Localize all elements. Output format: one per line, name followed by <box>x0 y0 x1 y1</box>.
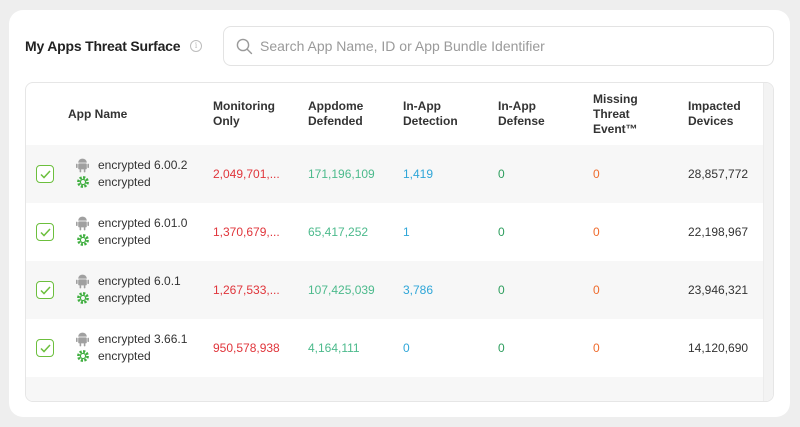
search-input[interactable] <box>260 35 760 57</box>
settings-gear-icon <box>77 292 89 304</box>
row-checkbox[interactable] <box>36 223 54 241</box>
table-row[interactable]: encrypted 3.66.1 encrypted 950,578,938 4… <box>26 319 764 377</box>
checkmark-icon <box>40 344 51 353</box>
table-scrollbar[interactable] <box>763 83 773 401</box>
app-bundle: encrypted <box>98 175 151 189</box>
table-row[interactable]: encrypted 6.0.1 encrypted 1,267,533,... … <box>26 261 764 319</box>
monitoring-only-value[interactable]: 1,370,679,... <box>213 203 280 261</box>
appdome-defended-value[interactable]: 171,196,109 <box>308 145 375 203</box>
in-app-defense-value[interactable]: 0 <box>498 145 505 203</box>
in-app-defense-value[interactable]: 0 <box>498 261 505 319</box>
app-bundle: encrypted <box>98 349 151 363</box>
in-app-defense-value[interactable]: 0 <box>498 319 505 377</box>
info-icon[interactable]: i <box>190 40 202 52</box>
settings-gear-icon <box>77 234 89 246</box>
search-icon <box>236 38 253 55</box>
appdome-defended-value[interactable]: 4,164,111 <box>308 319 360 377</box>
column-header-in-app-detection[interactable]: In-App Detection <box>403 83 458 145</box>
app-bundle: encrypted <box>98 291 151 305</box>
appdome-defended-value[interactable]: 107,425,039 <box>308 261 375 319</box>
column-header-appdome-defended[interactable]: Appdome Defended <box>308 83 363 145</box>
column-header-monitoring-only[interactable]: Monitoring Only <box>213 83 275 145</box>
search-box[interactable] <box>223 26 774 66</box>
checkmark-icon <box>40 286 51 295</box>
table-row[interactable]: encrypted 6.00.2 encrypted 2,049,701,...… <box>26 145 764 203</box>
app-name[interactable]: encrypted 6.0.1 <box>98 274 181 288</box>
in-app-defense-value[interactable]: 0 <box>498 203 505 261</box>
in-app-detection-value[interactable]: 1,419 <box>403 145 433 203</box>
column-header-impacted-devices[interactable]: Impacted Devices <box>688 83 741 145</box>
monitoring-only-value[interactable]: 1,267,533,... <box>213 261 280 319</box>
row-checkbox[interactable] <box>36 165 54 183</box>
missing-threat-event-value[interactable]: 0 <box>593 203 600 261</box>
in-app-detection-value[interactable]: 1 <box>403 203 410 261</box>
monitoring-only-value[interactable]: 2,049,701,... <box>213 145 280 203</box>
settings-gear-icon <box>77 350 89 362</box>
in-app-detection-value[interactable]: 3,786 <box>403 261 433 319</box>
column-header-missing-threat-event[interactable]: Missing Threat Event™ <box>593 83 638 145</box>
settings-gear-icon <box>77 176 89 188</box>
impacted-devices-value: 28,857,772 <box>688 167 749 181</box>
impacted-devices-value: 14,120,690 <box>688 341 749 355</box>
android-icon <box>76 158 89 172</box>
appdome-defended-value[interactable]: 65,417,252 <box>308 203 368 261</box>
missing-threat-event-value[interactable]: 0 <box>593 145 600 203</box>
android-icon <box>76 332 89 346</box>
android-icon <box>76 274 89 288</box>
in-app-detection-value[interactable]: 0 <box>403 319 410 377</box>
column-header-app-name[interactable]: App Name <box>68 83 127 145</box>
threat-surface-card: My Apps Threat Surface i App Name Monito… <box>9 10 790 417</box>
missing-threat-event-value[interactable]: 0 <box>593 319 600 377</box>
app-name[interactable]: encrypted 6.00.2 <box>98 158 187 172</box>
app-name[interactable]: encrypted 3.66.1 <box>98 332 187 346</box>
checkmark-icon <box>40 228 51 237</box>
apps-table: App Name Monitoring Only Appdome Defended … <box>25 82 774 402</box>
missing-threat-event-value[interactable]: 0 <box>593 261 600 319</box>
checkmark-icon <box>40 170 51 179</box>
row-checkbox[interactable] <box>36 281 54 299</box>
row-checkbox[interactable] <box>36 339 54 357</box>
impacted-devices-value: 22,198,967 <box>688 225 749 239</box>
app-bundle: encrypted <box>98 233 151 247</box>
column-header-in-app-defense[interactable]: In-App Defense <box>498 83 545 145</box>
android-icon <box>76 216 89 230</box>
impacted-devices-value: 23,946,321 <box>688 283 749 297</box>
monitoring-only-value[interactable]: 950,578,938 <box>213 319 280 377</box>
app-name[interactable]: encrypted 6.01.0 <box>98 216 187 230</box>
table-row[interactable]: encrypted 6.01.0 encrypted 1,370,679,...… <box>26 203 764 261</box>
table-row-empty <box>26 377 764 401</box>
page-title: My Apps Threat Surface <box>25 38 181 54</box>
